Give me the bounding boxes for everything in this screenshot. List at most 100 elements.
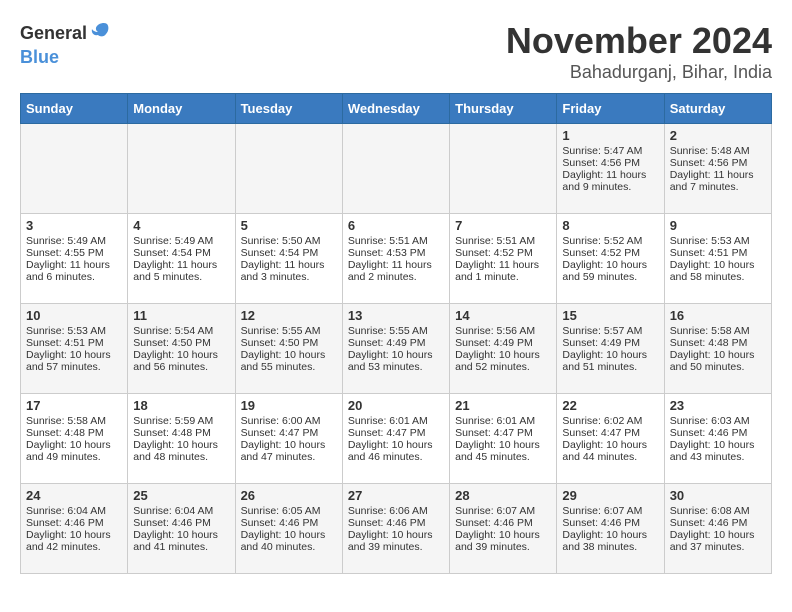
logo: General Blue (20, 20, 111, 68)
calendar-cell: 11Sunrise: 5:54 AMSunset: 4:50 PMDayligh… (128, 304, 235, 394)
day-info: Sunrise: 5:56 AM (455, 325, 551, 337)
logo-general: General (20, 24, 87, 44)
day-info: Sunrise: 6:04 AM (26, 505, 122, 517)
calendar-cell: 16Sunrise: 5:58 AMSunset: 4:48 PMDayligh… (664, 304, 771, 394)
calendar-cell: 18Sunrise: 5:59 AMSunset: 4:48 PMDayligh… (128, 394, 235, 484)
day-number: 23 (670, 398, 766, 413)
calendar-cell (21, 124, 128, 214)
day-info: Sunset: 4:53 PM (348, 247, 444, 259)
day-number: 28 (455, 488, 551, 503)
day-info: Daylight: 10 hours and 47 minutes. (241, 439, 337, 463)
header-sunday: Sunday (21, 94, 128, 124)
day-number: 6 (348, 218, 444, 233)
day-info: Sunset: 4:48 PM (133, 427, 229, 439)
day-info: Sunrise: 6:00 AM (241, 415, 337, 427)
day-info: Sunset: 4:54 PM (241, 247, 337, 259)
day-number: 17 (26, 398, 122, 413)
day-info: Daylight: 10 hours and 41 minutes. (133, 529, 229, 553)
day-info: Sunrise: 5:59 AM (133, 415, 229, 427)
day-number: 25 (133, 488, 229, 503)
day-info: Sunset: 4:46 PM (241, 517, 337, 529)
day-info: Sunrise: 5:51 AM (455, 235, 551, 247)
day-info: Sunset: 4:51 PM (670, 247, 766, 259)
calendar-cell (128, 124, 235, 214)
calendar-cell: 26 Sunrise: 6:05 AMSunset: 4:46 PMDayligh… (235, 484, 342, 574)
header-monday: Monday (128, 94, 235, 124)
day-info: Daylight: 10 hours and 51 minutes. (562, 349, 658, 373)
day-info: Sunrise: 5:47 AM (562, 145, 658, 157)
day-info: Daylight: 10 hours and 58 minutes. (670, 259, 766, 283)
calendar-header-row: SundayMondayTuesdayWednesdayThursdayFrid… (21, 94, 772, 124)
calendar-cell: 17Sunrise: 5:58 AMSunset: 4:48 PMDayligh… (21, 394, 128, 484)
day-info: Daylight: 11 hours and 7 minutes. (670, 169, 766, 193)
day-info: Sunset: 4:46 PM (670, 517, 766, 529)
day-info: Daylight: 10 hours and 49 minutes. (26, 439, 122, 463)
calendar-cell: 12Sunrise: 5:55 AMSunset: 4:50 PMDayligh… (235, 304, 342, 394)
day-info: Sunrise: 6:03 AM (670, 415, 766, 427)
header-thursday: Thursday (450, 94, 557, 124)
day-info: Sunrise: 5:51 AM (348, 235, 444, 247)
day-info: Sunrise: 6:02 AM (562, 415, 658, 427)
day-info: Daylight: 11 hours and 9 minutes. (562, 169, 658, 193)
day-info: Daylight: 11 hours and 3 minutes. (241, 259, 337, 283)
day-info: Sunrise: 5:57 AM (562, 325, 658, 337)
calendar-cell: 29Sunrise: 6:07 AMSunset: 4:46 PMDayligh… (557, 484, 664, 574)
day-info: Sunset: 4:47 PM (348, 427, 444, 439)
day-number: 5 (241, 218, 337, 233)
week-row-3: 10Sunrise: 5:53 AMSunset: 4:51 PMDayligh… (21, 304, 772, 394)
calendar-cell (342, 124, 449, 214)
day-info: Sunset: 4:52 PM (455, 247, 551, 259)
day-info: Daylight: 11 hours and 2 minutes. (348, 259, 444, 283)
day-info: Sunset: 4:48 PM (670, 337, 766, 349)
calendar-cell: 8Sunrise: 5:52 AMSunset: 4:52 PMDaylight… (557, 214, 664, 304)
day-info: Sunrise: 6:05 AM (241, 505, 337, 517)
day-info: Sunset: 4:50 PM (241, 337, 337, 349)
calendar-cell: 28Sunrise: 6:07 AMSunset: 4:46 PMDayligh… (450, 484, 557, 574)
calendar-cell (450, 124, 557, 214)
day-number: 8 (562, 218, 658, 233)
day-info: Sunrise: 5:52 AM (562, 235, 658, 247)
day-info: Sunrise: 5:54 AM (133, 325, 229, 337)
day-info: Daylight: 10 hours and 42 minutes. (26, 529, 122, 553)
calendar-cell: 2Sunrise: 5:48 AMSunset: 4:56 PMDaylight… (664, 124, 771, 214)
calendar-cell: 25Sunrise: 6:04 AMSunset: 4:46 PMDayligh… (128, 484, 235, 574)
calendar-cell (235, 124, 342, 214)
day-info: Sunrise: 5:49 AM (26, 235, 122, 247)
title-block: November 2024 Bahadurganj, Bihar, India (506, 20, 772, 83)
day-info: Sunrise: 5:55 AM (241, 325, 337, 337)
day-info: Daylight: 10 hours and 57 minutes. (26, 349, 122, 373)
day-number: 29 (562, 488, 658, 503)
day-info: Sunrise: 6:07 AM (455, 505, 551, 517)
day-info: Sunrise: 6:08 AM (670, 505, 766, 517)
calendar-cell: 14Sunrise: 5:56 AMSunset: 4:49 PMDayligh… (450, 304, 557, 394)
day-number: 16 (670, 308, 766, 323)
calendar-cell: 21Sunrise: 6:01 AMSunset: 4:47 PMDayligh… (450, 394, 557, 484)
day-info: Daylight: 10 hours and 38 minutes. (562, 529, 658, 553)
calendar-cell: 19Sunrise: 6:00 AMSunset: 4:47 PMDayligh… (235, 394, 342, 484)
day-number: 10 (26, 308, 122, 323)
day-info: Sunset: 4:47 PM (241, 427, 337, 439)
day-info: Daylight: 10 hours and 56 minutes. (133, 349, 229, 373)
day-number: 9 (670, 218, 766, 233)
day-number: 26 (241, 488, 337, 503)
day-number: 14 (455, 308, 551, 323)
header-tuesday: Tuesday (235, 94, 342, 124)
day-info: Sunset: 4:46 PM (670, 427, 766, 439)
day-info: Sunset: 4:47 PM (455, 427, 551, 439)
day-number: 15 (562, 308, 658, 323)
calendar-cell: 10Sunrise: 5:53 AMSunset: 4:51 PMDayligh… (21, 304, 128, 394)
day-info: Daylight: 11 hours and 6 minutes. (26, 259, 122, 283)
day-info: Sunrise: 6:01 AM (455, 415, 551, 427)
calendar-cell: 27Sunrise: 6:06 AMSunset: 4:46 PMDayligh… (342, 484, 449, 574)
day-number: 4 (133, 218, 229, 233)
day-info: Daylight: 10 hours and 40 minutes. (241, 529, 337, 553)
day-info: Sunset: 4:55 PM (26, 247, 122, 259)
day-info: Daylight: 10 hours and 55 minutes. (241, 349, 337, 373)
day-number: 2 (670, 128, 766, 143)
calendar-cell: 13Sunrise: 5:55 AMSunset: 4:49 PMDayligh… (342, 304, 449, 394)
month-title: November 2024 (506, 20, 772, 62)
day-info: Sunrise: 6:04 AM (133, 505, 229, 517)
day-info: Daylight: 10 hours and 59 minutes. (562, 259, 658, 283)
day-info: Sunrise: 6:06 AM (348, 505, 444, 517)
calendar-cell: 15Sunrise: 5:57 AMSunset: 4:49 PMDayligh… (557, 304, 664, 394)
